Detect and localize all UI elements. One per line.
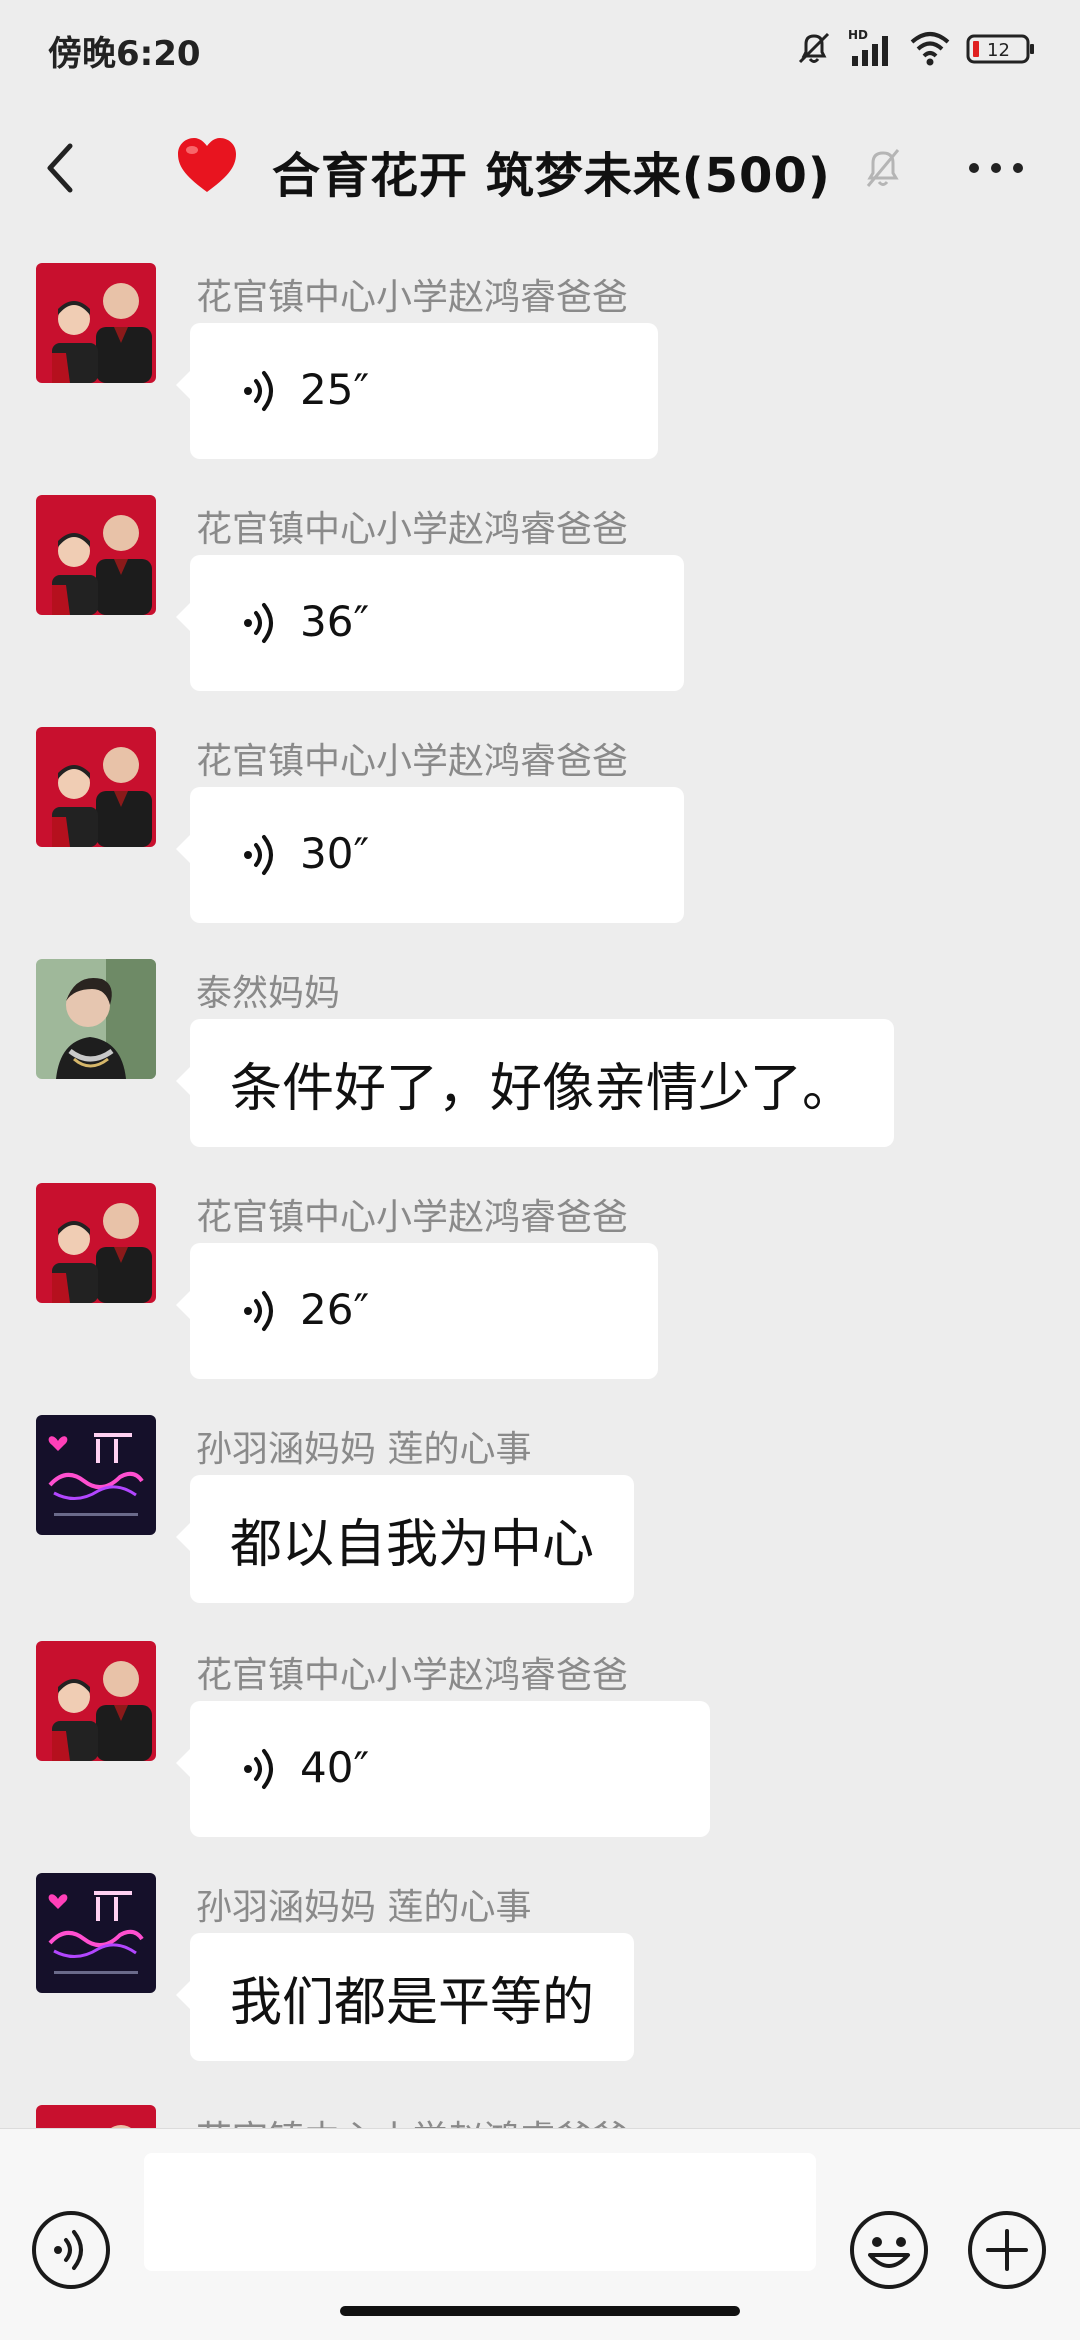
text-message-bubble[interactable]: 条件好了，好像亲情少了。 xyxy=(175,1019,895,1147)
chat-title[interactable]: 合育花开 筑梦未来(500) xyxy=(272,136,831,206)
home-indicator[interactable] xyxy=(340,2306,740,2316)
battery-icon: 12 xyxy=(966,34,1034,64)
avatar[interactable] xyxy=(36,1183,156,1303)
message-item: 孙羽涵妈妈 莲的心事 我们都是平等的 xyxy=(0,1848,1080,2072)
avatar[interactable] xyxy=(36,495,156,615)
chat-header: 合育花开 筑梦未来(500) xyxy=(0,100,1080,238)
voice-wave-icon xyxy=(244,371,273,411)
sender-name: 孙羽涵妈妈 莲的心事 xyxy=(196,1887,532,1928)
emoji-icon[interactable] xyxy=(848,2209,930,2291)
voice-duration: 40″ xyxy=(300,1743,370,1792)
voice-duration: 25″ xyxy=(300,365,370,414)
voice-wave-icon xyxy=(244,1749,273,1789)
avatar[interactable] xyxy=(36,1415,156,1535)
message-item: 花官镇中心小学赵鸿睿爸爸 26″ xyxy=(0,1158,1080,1390)
avatar[interactable] xyxy=(36,1641,156,1761)
message-item: 泰然妈妈 条件好了，好像亲情少了。 xyxy=(0,934,1080,1158)
mute-bell-icon xyxy=(798,32,830,64)
avatar[interactable] xyxy=(36,727,156,847)
voice-duration: 30″ xyxy=(300,829,370,878)
status-bar: 傍晚6:20 HD 12 xyxy=(0,0,1080,100)
wifi-icon xyxy=(910,32,950,66)
status-icons: HD 12 xyxy=(794,26,1036,70)
avatar[interactable] xyxy=(36,263,156,383)
message-item: 花官镇中心小学赵鸿睿爸爸 36″ xyxy=(0,470,1080,702)
heart-icon xyxy=(178,138,236,192)
voice-wave-icon xyxy=(244,603,273,643)
avatar[interactable] xyxy=(36,959,156,1079)
sender-name: 花官镇中心小学赵鸿睿爸爸 xyxy=(196,277,629,318)
sender-name: 花官镇中心小学赵鸿睿爸爸 xyxy=(196,2110,628,2128)
sender-name: 花官镇中心小学赵鸿睿爸爸 xyxy=(196,741,629,782)
battery-level-text: 12 xyxy=(987,40,1010,61)
message-item: 花官镇中心小学赵鸿睿爸爸 30″ xyxy=(0,702,1080,934)
avatar[interactable] xyxy=(36,1873,156,1993)
sender-name: 花官镇中心小学赵鸿睿爸爸 xyxy=(196,1655,629,1696)
sender-name: 花官镇中心小学赵鸿睿爸爸 xyxy=(196,509,629,550)
sender-name: 孙羽涵妈妈 莲的心事 xyxy=(196,1429,532,1470)
voice-duration: 36″ xyxy=(300,597,370,646)
sender-name: 泰然妈妈 xyxy=(196,973,341,1014)
sender-name: 花官镇中心小学赵鸿睿爸爸 xyxy=(196,1197,629,1238)
voice-message-bubble[interactable]: 25″ xyxy=(176,323,658,459)
voice-message-bubble[interactable]: 26″ xyxy=(176,1243,658,1379)
voice-wave-icon xyxy=(244,1291,273,1331)
message-item: 孙羽涵妈妈 莲的心事 都以自我为中心 xyxy=(0,1390,1080,1616)
voice-message-bubble[interactable]: 36″ xyxy=(176,555,684,691)
message-item: 花官镇中心小学赵鸿睿爸爸 xyxy=(0,2080,1080,2128)
network-badge-text: HD xyxy=(848,28,868,42)
muted-bell-icon xyxy=(866,149,900,187)
text-message-bubble[interactable]: 都以自我为中心 xyxy=(175,1475,635,1603)
voice-message-bubble[interactable]: 40″ xyxy=(176,1701,710,1837)
voice-message-bubble[interactable]: 30″ xyxy=(176,787,684,923)
message-item: 花官镇中心小学赵鸿睿爸爸 25″ xyxy=(0,238,1080,470)
chat-message-list[interactable]: 花官镇中心小学赵鸿睿爸爸 25″ 花官镇中心小学赵鸿睿爸爸 36″ 花官镇中心小… xyxy=(0,238,1080,2128)
message-item: 花官镇中心小学赵鸿睿爸爸 40″ xyxy=(0,1616,1080,1848)
text-message-bubble[interactable]: 我们都是平等的 xyxy=(175,1933,635,2061)
voice-duration: 26″ xyxy=(300,1285,370,1334)
voice-wave-icon xyxy=(244,835,273,875)
status-time: 傍晚6:20 xyxy=(48,34,201,74)
back-arrow-icon[interactable] xyxy=(36,136,86,200)
avatar[interactable] xyxy=(36,2105,156,2128)
message-text-input[interactable] xyxy=(144,2153,816,2271)
voice-input-icon[interactable] xyxy=(30,2209,112,2291)
plus-icon[interactable] xyxy=(966,2209,1048,2291)
signal-icon: HD xyxy=(848,28,888,66)
more-options-icon[interactable] xyxy=(966,156,1026,180)
